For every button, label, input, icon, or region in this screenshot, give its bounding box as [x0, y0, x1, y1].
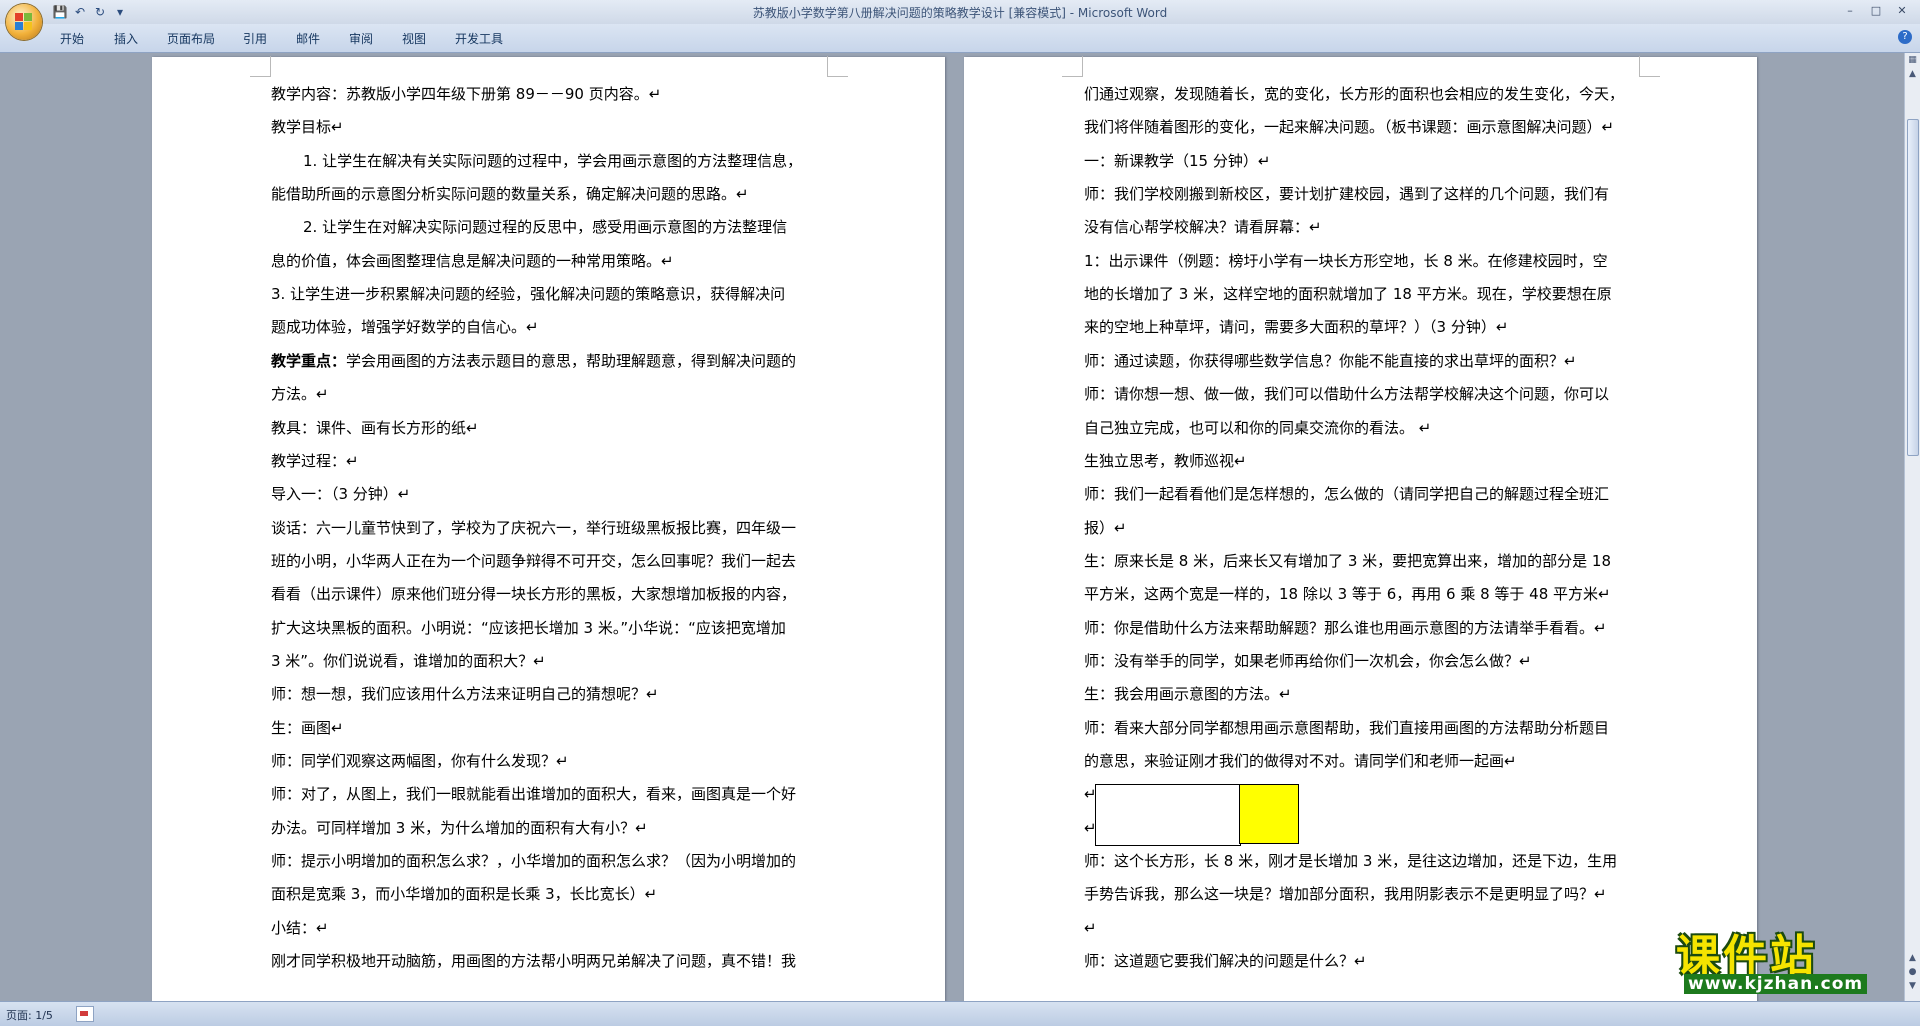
text-line: ↵ — [1084, 918, 1097, 937]
rectangle-diagram — [1095, 784, 1299, 846]
page-corner-mark — [1062, 56, 1083, 77]
text-line: 班的小明，小华两人正在为一个问题争辩得不可开交，怎么回事呢？我们一起去 — [271, 551, 797, 570]
scroll-thumb[interactable] — [1907, 119, 1919, 456]
text-line: 的意思，来验证刚才我们的做得对不对。请同学们和老师一起画↵ — [1084, 752, 1517, 770]
text-line: 办法。可同样增加 3 米，为什么增加的面积有大有小？↵ — [271, 818, 648, 837]
text-line: 1. 让学生在解决有关实际问题的过程中，学会用画示意图的方法整理信息， — [303, 151, 803, 170]
maximize-icon[interactable]: □ — [1864, 2, 1888, 20]
tab-home[interactable]: 开始 — [60, 30, 84, 47]
tab-view[interactable]: 视图 — [402, 30, 426, 47]
text-line: 来的空地上种草坪，请问，需要多大面积的草坪？）（3 分钟）↵ — [1084, 318, 1509, 337]
minimize-icon[interactable]: – — [1838, 2, 1862, 20]
text-line: 教具：课件、画有长方形的纸↵ — [271, 418, 479, 437]
window-title: 苏教版小学数学第八册解决问题的策略教学设计 [兼容模式] - Microsoft… — [0, 4, 1920, 21]
title-bar: 💾 ↶ ↻ ▾ 苏教版小学数学第八册解决问题的策略教学设计 [兼容模式] - M… — [0, 0, 1920, 24]
text-line: 3 米”。你们说说看，谁增加的面积大？↵ — [271, 651, 546, 670]
tab-developer[interactable]: 开发工具 — [455, 30, 503, 47]
text-line: 教学内容：苏教版小学四年级下册第 89－－90 页内容。↵ — [271, 85, 662, 103]
text-line: 息的价值，体会画图整理信息是解决问题的一种常用策略。↵ — [271, 251, 674, 270]
text-line: 师：对了，从图上，我们一眼就能看出谁增加的面积大，看来，画图真是一个好 — [271, 785, 797, 804]
page-corner-mark — [1639, 56, 1660, 77]
ribbon-tabs: 开始 插入 页面布局 引用 邮件 审阅 视图 开发工具 ? — [0, 24, 1920, 53]
select-browse-object-icon[interactable]: ● — [1905, 967, 1920, 981]
watermark-url: www.kjzhan.com — [1684, 974, 1868, 994]
text-line: 教学目标↵ — [271, 118, 344, 137]
text-line: 扩大这块黑板的面积。小明说：“应该把长增加 3 米。”小华说：“应该把宽增加 — [271, 618, 786, 637]
text-line: 生：画图↵ — [271, 718, 344, 737]
text-line: 没有信心帮学校解决？请看屏幕：↵ — [1084, 218, 1322, 237]
text-line: 教学重点：学会用画图的方法表示题目的意思，帮助理解题意，得到解决问题的 — [271, 351, 796, 371]
next-page-icon[interactable]: ▼ — [1905, 981, 1920, 995]
tab-references[interactable]: 引用 — [243, 30, 267, 47]
text-line: 师：想一想，我们应该用什么方法来证明自己的猜想呢？↵ — [271, 685, 659, 704]
text-line: 教学过程：↵ — [271, 451, 359, 470]
text-line: 报）↵ — [1084, 518, 1127, 537]
added-area-rectangle — [1239, 784, 1299, 844]
previous-page-icon[interactable]: ▲ — [1905, 953, 1920, 967]
office-logo-icon — [15, 13, 33, 31]
text-line: 能借助所画的示意图分析实际问题的数量关系，确定解决问题的思路。↵ — [271, 185, 749, 204]
text-line: 看看（出示课件）原来他们班分得一块长方形的黑板，大家想增加板报的内容， — [271, 585, 797, 604]
app-name: Microsoft Word — [1077, 6, 1168, 20]
text-line: 面积是宽乘 3，而小华增加的面积是长乘 3，长比宽长）↵ — [271, 885, 658, 904]
text-line: 生：原来长是 8 米，后来长又有增加了 3 米，要把宽算出来，增加的部分是 18 — [1084, 551, 1612, 570]
text-line: 师：这道题它要我们解决的问题是什么？↵ — [1084, 952, 1367, 971]
page-corner-mark — [827, 56, 848, 77]
original-rectangle — [1095, 784, 1241, 846]
document-title: 苏教版小学数学第八册解决问题的策略教学设计 [兼容模式] - — [752, 6, 1078, 20]
scroll-up-icon[interactable]: ▲ — [1905, 69, 1920, 83]
text-line: 师：我们一起看看他们是怎样想的，怎么做的（请同学把自己的解题过程全班汇 — [1084, 485, 1610, 504]
tab-insert[interactable]: 插入 — [114, 30, 138, 47]
text-line: 师：你是借助什么方法来帮助解题？那么谁也用画示意图的方法请举手看看。↵ — [1084, 618, 1607, 637]
text-line: 师：同学们观察这两幅图，你有什么发现？↵ — [271, 752, 569, 770]
text-line: 地的长增加了 3 米，这样空地的面积就增加了 18 平方米。现在，学校要想在原 — [1084, 285, 1612, 304]
text-line: 师：看来大部分同学都想用画示意图帮助，我们直接用画图的方法帮助分析题目 — [1084, 718, 1610, 737]
text-line: 平方米，这两个宽是一样的，18 除以 3 等于 6，再用 6 乘 8 等于 48… — [1084, 585, 1611, 604]
text-line: 小结：↵ — [271, 918, 329, 937]
text-line: 师：这个长方形，长 8 米，刚才是长增加 3 米，是往这边增加，还是下边，生用 — [1084, 852, 1618, 871]
text-line: 师：请你想一想、做一做，我们可以借助什么方法帮学校解决这个问题，你可以 — [1084, 385, 1610, 404]
text-line: 师：提示小明增加的面积怎么求？，小华增加的面积怎么求？（因为小明增加的 — [271, 852, 797, 871]
text-line: 师：通过读题，你获得哪些数学信息？你能不能直接的求出草坪的面积？↵ — [1084, 351, 1577, 370]
text-line: 刚才同学积极地开动脑筋，用画图的方法帮小明两兄弟解决了问题，真不错！我 — [271, 952, 797, 971]
text-line: 自己独立完成，也可以和你的同桌交流你的看法。 ↵ — [1084, 418, 1432, 437]
text-line: 生独立思考，教师巡视↵ — [1084, 451, 1247, 470]
text-line: 们通过观察，发现随着长，宽的变化，长方形的面积也会相应的发生变化，今天， — [1084, 85, 1625, 103]
watermark-logo: 课件站 www.kjzhan.com — [1676, 920, 1906, 1000]
tab-mailings[interactable]: 邮件 — [296, 30, 320, 47]
close-icon[interactable]: ✕ — [1890, 2, 1914, 20]
ruler-toggle-icon[interactable]: ▦ — [1905, 55, 1920, 69]
status-bar: 页面: 1/5 — [0, 1001, 1920, 1026]
tab-review[interactable]: 审阅 — [349, 30, 373, 47]
bold-label: 教学重点： — [271, 351, 347, 370]
text-line: 师：没有举手的同学，如果老师再给你们一次机会，你会怎么做？↵ — [1084, 651, 1532, 670]
tab-page-layout[interactable]: 页面布局 — [167, 30, 215, 47]
text-line: 2. 让学生在对解决实际问题过程的反思中，感受用画示意图的方法整理信 — [303, 218, 788, 237]
page-corner-mark — [250, 56, 271, 77]
text-line: 1：出示课件（例题：榜圩小学有一块长方形空地，长 8 米。在修建校园时，空 — [1084, 251, 1608, 270]
text-line: 导入一：（3 分钟）↵ — [271, 485, 411, 504]
text-line: 生：我会用画示意图的方法。↵ — [1084, 685, 1292, 704]
office-button[interactable] — [6, 4, 42, 40]
page-indicator[interactable]: 页面: 1/5 — [6, 1007, 53, 1023]
vertical-scrollbar[interactable]: ▦ ▲ ▲ ● ▼ — [1904, 53, 1920, 1001]
text-line: 谈话：六一儿童节快到了，学校为了庆祝六一，举行班级黑板报比赛，四年级一 — [271, 518, 797, 537]
help-icon[interactable]: ? — [1898, 30, 1912, 44]
text-line: 师：我们学校刚搬到新校区，要计划扩建校园，遇到了这样的几个问题，我们有 — [1084, 185, 1610, 204]
text-line: 我们将伴随着图形的变化，一起来解决问题。（板书课题：画示意图解决问题）↵ — [1084, 118, 1615, 137]
text-line: 3. 让学生进一步积累解决问题的经验，强化解决问题的策略意识，获得解决问 — [271, 285, 786, 304]
text-line: 题成功体验，增强学好数学的自信心。↵ — [271, 318, 539, 337]
text-line: 手势告诉我，那么这一块是？增加部分面积，我用阴影表示不是更明显了吗？↵ — [1084, 885, 1607, 904]
line-rest: 学会用画图的方法表示题目的意思，帮助理解题意，得到解决问题的 — [346, 351, 797, 370]
proofing-icon[interactable] — [76, 1006, 94, 1022]
text-line: 方法。↵ — [271, 385, 329, 404]
text-line: 一：新课教学（15 分钟）↵ — [1084, 151, 1271, 170]
window-controls: – □ ✕ — [1838, 2, 1914, 20]
